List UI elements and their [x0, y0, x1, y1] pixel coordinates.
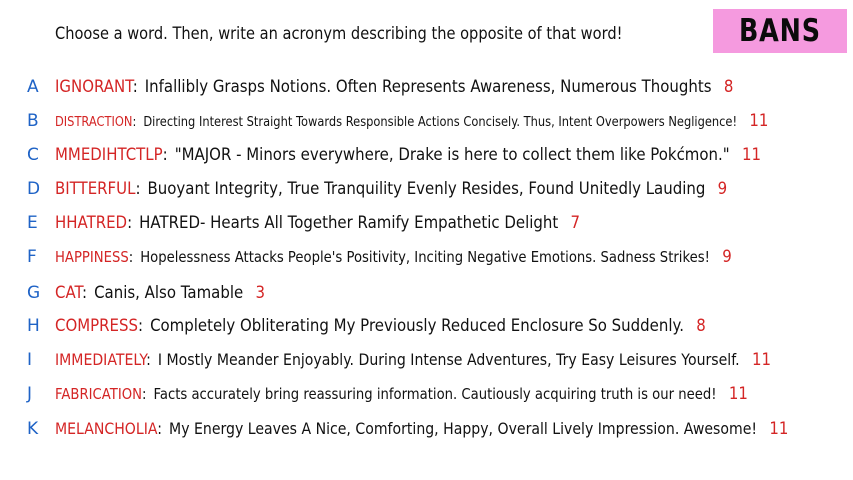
- item-letter: B: [27, 111, 39, 131]
- list-item: D BITTERFUL: Buoyant Integrity, True Tran…: [0, 176, 853, 202]
- item-phrase: Directing Interest Straight Towards Resp…: [143, 115, 738, 130]
- item-count: 9: [722, 247, 732, 267]
- item-line: FABRICATION: Facts accurately bring reass…: [55, 384, 748, 404]
- item-count: 8: [723, 77, 734, 97]
- item-count: 8: [696, 316, 706, 336]
- item-letter: G: [27, 283, 41, 303]
- list-item: H COMPRESS: Completely Obliterating My Pr…: [0, 313, 853, 339]
- item-line: IMMEDIATELY: I Mostly Meander Enjoyably. …: [55, 350, 771, 370]
- item-phrase: My Energy Leaves A Nice, Comforting, Hap…: [169, 419, 758, 438]
- list-item: F HAPPINESS: Hopelessness Attacks People'…: [0, 244, 853, 270]
- item-word: IMMEDIATELY: [55, 350, 147, 369]
- item-phrase: Hopelessness Attacks People's Positivity…: [140, 248, 710, 266]
- item-letter: I: [27, 350, 33, 370]
- item-letter: K: [27, 419, 39, 439]
- item-phrase: HATRED- Hearts All Together Ramify Empat…: [139, 213, 559, 233]
- item-word: COMPRESS: [55, 316, 138, 336]
- list-item: G CAT: Canis, Also Tamable 3: [0, 280, 853, 306]
- item-line: IGNORANT: Infallibly Grasps Notions. Ofte…: [55, 77, 734, 97]
- item-count: 11: [751, 350, 771, 370]
- acronym-list: A IGNORANT: Infallibly Grasps Notions. Of…: [0, 0, 853, 480]
- item-letter: A: [27, 77, 39, 97]
- item-word: HHATRED: [55, 213, 128, 233]
- item-letter: D: [27, 179, 41, 199]
- item-letter: F: [27, 247, 37, 267]
- item-word: HAPPINESS: [55, 248, 129, 266]
- item-phrase: "MAJOR - Minors everywhere, Drake is her…: [174, 145, 730, 165]
- item-line: DISTRACTION: Directing Interest Straight …: [55, 111, 769, 131]
- item-word: DISTRACTION: [55, 115, 133, 130]
- item-line: MELANCHOLIA: My Energy Leaves A Nice, Com…: [55, 419, 789, 439]
- item-count: 11: [749, 111, 769, 131]
- item-word: CAT: [55, 283, 83, 303]
- list-item: A IGNORANT: Infallibly Grasps Notions. Of…: [0, 74, 853, 100]
- item-line: MMEDIHTCTLP: "MAJOR - Minors everywhere, …: [55, 145, 762, 165]
- item-count: 11: [769, 419, 789, 439]
- item-phrase: Infallibly Grasps Notions. Often Represe…: [144, 77, 712, 97]
- item-word: IGNORANT: [55, 77, 133, 97]
- item-word: BITTERFUL: [55, 179, 136, 199]
- item-phrase: Completely Obliterating My Previously Re…: [150, 316, 684, 336]
- item-count: 9: [717, 179, 728, 199]
- item-line: CAT: Canis, Also Tamable 3: [55, 283, 266, 303]
- list-item: B DISTRACTION: Directing Interest Straigh…: [0, 108, 853, 134]
- item-phrase: I Mostly Meander Enjoyably. During Inten…: [157, 350, 740, 369]
- item-word: MMEDIHTCTLP: [55, 145, 163, 165]
- item-count: 11: [728, 384, 748, 404]
- item-count: 7: [570, 213, 581, 233]
- item-word: FABRICATION: [55, 385, 142, 403]
- item-line: BITTERFUL: Buoyant Integrity, True Tranqu…: [55, 179, 728, 199]
- list-item: C MMEDIHTCTLP: "MAJOR - Minors everywhere…: [0, 142, 853, 168]
- list-item: I IMMEDIATELY: I Mostly Meander Enjoyably…: [0, 347, 853, 373]
- item-phrase: Canis, Also Tamable: [94, 283, 244, 303]
- list-item: J FABRICATION: Facts accurately bring rea…: [0, 381, 853, 407]
- item-line: HHATRED: HATRED- Hearts All Together Rami…: [55, 213, 581, 233]
- item-line: HAPPINESS: Hopelessness Attacks People's …: [55, 247, 732, 267]
- item-word: MELANCHOLIA: [55, 419, 158, 438]
- item-count: 3: [255, 283, 266, 303]
- item-letter: J: [27, 384, 33, 404]
- item-letter: E: [27, 213, 38, 233]
- list-item: K MELANCHOLIA: My Energy Leaves A Nice, C…: [0, 416, 853, 442]
- item-line: COMPRESS: Completely Obliterating My Prev…: [55, 316, 706, 336]
- list-item: E HHATRED: HATRED- Hearts All Together Ra…: [0, 210, 853, 236]
- item-count: 11: [741, 145, 762, 165]
- item-letter: H: [27, 316, 40, 336]
- item-phrase: Buoyant Integrity, True Tranquility Even…: [147, 179, 706, 199]
- item-phrase: Facts accurately bring reassuring inform…: [153, 385, 717, 403]
- item-letter: C: [27, 145, 39, 165]
